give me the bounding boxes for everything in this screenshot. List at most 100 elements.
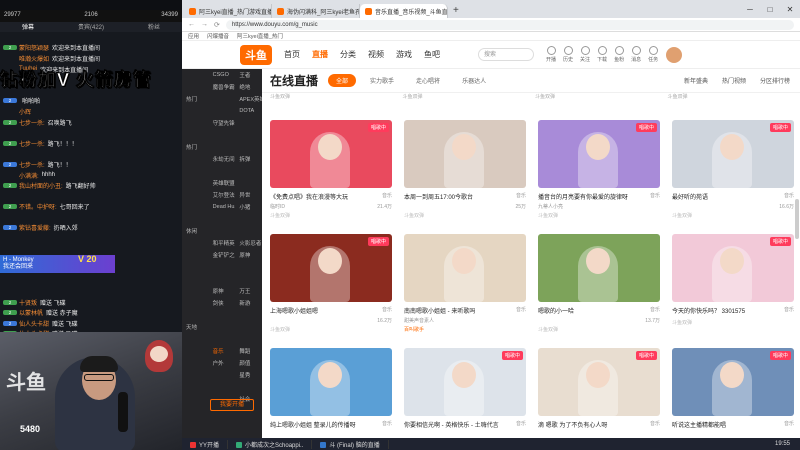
sidebar-item[interactable]: 音乐	[209, 347, 236, 355]
stream-card[interactable]: 唱歌中 今天的你快乐吗？ 3301575 音乐 斗鱼双弹	[672, 234, 794, 346]
stream-category[interactable]: 音乐	[516, 192, 526, 201]
chat-username[interactable]: 我山村面的小丑:	[19, 181, 63, 190]
hot-video-link[interactable]: 热门视频	[722, 76, 746, 85]
sidebar-item[interactable]: 拆弹	[235, 155, 262, 163]
reload-icon[interactable]: ⟳	[214, 21, 220, 29]
nav-category[interactable]: 分类	[340, 49, 356, 60]
chat-tab[interactable]: 贵宾(422)	[78, 22, 104, 32]
chat-username[interactable]: 紫钻喜爱藤:	[19, 223, 51, 232]
fan-button[interactable]: 鱼粉	[614, 46, 624, 63]
stream-category[interactable]: 音乐	[784, 306, 794, 315]
chat-username[interactable]: 十贤叛	[19, 298, 37, 307]
message-button[interactable]: 消息	[631, 46, 641, 63]
new-tab-icon[interactable]: +	[453, 4, 459, 18]
sidebar-item[interactable]: Dead Hu..	[209, 204, 236, 210]
stream-title[interactable]: 滴 嗯歌 为了不负有心人呀	[538, 420, 607, 429]
sidebar-item[interactable]: 异世	[235, 191, 262, 199]
stream-category[interactable]: 音乐	[516, 420, 526, 429]
stream-category[interactable]: 音乐	[784, 192, 794, 201]
sidebar-item[interactable]: 金铲铲之战	[209, 251, 236, 259]
nav-home[interactable]: 首页	[284, 49, 300, 60]
stream-category[interactable]: 音乐	[650, 192, 660, 201]
stream-category[interactable]: 音乐	[382, 420, 392, 429]
forward-icon[interactable]: →	[201, 21, 208, 28]
stream-card[interactable]: 南南嗯歌小姐姐 - 来听歌吗 音乐 甜美声音素人 百叫歌手	[404, 234, 526, 346]
browser-tab[interactable]: 阿三kyei直播_热门游戏直播_斗	[184, 4, 272, 18]
minimize-icon[interactable]: ─	[740, 5, 760, 14]
chat-username[interactable]: 七步一杀:	[19, 118, 45, 127]
filter-all[interactable]: 全部	[328, 74, 357, 87]
stream-card[interactable]: 唱歌中 播音台的月亮要有你最爱的旋律呀 音乐 九蒂人小亮 斗鱼双弹	[538, 120, 660, 232]
chat-username[interactable]: 七步一杀:	[19, 160, 45, 169]
stream-card[interactable]: 唱歌中滴 嗯歌 为了不负有心人呀 音乐	[538, 348, 660, 438]
stream-title[interactable]: 本周一到周五17:00今歌台	[404, 192, 473, 201]
stream-title[interactable]: 上海嗯歌小姐姐嗯	[270, 306, 318, 315]
stream-title[interactable]: 你要相信光啊 - 英格快乐 - 土嗨代言	[404, 420, 499, 429]
sidebar-item[interactable]: 永劫无间	[209, 155, 236, 163]
stream-category[interactable]: 音乐	[382, 192, 392, 201]
stream-category[interactable]: 音乐	[516, 306, 526, 315]
stream-title[interactable]: 最好听的苑语	[672, 192, 708, 201]
bookmark-item[interactable]: 应用	[188, 32, 199, 40]
streamer-name[interactable]: 九蒂人小亮	[538, 203, 563, 210]
stream-card[interactable]: 唱歌中 上海嗯歌小姐姐嗯 音乐 16.2万 斗鱼双弹	[270, 234, 392, 346]
chat-username[interactable]: 小满满:	[19, 171, 39, 180]
streamer-name[interactable]: 甜美声音素人	[404, 317, 434, 324]
sidebar-item[interactable]: 原神	[209, 287, 236, 295]
nav-forum[interactable]: 鱼吧	[424, 49, 440, 60]
stream-thumbnail[interactable]: 唱歌中	[672, 234, 794, 302]
sidebar-item[interactable]: APEX英雄	[235, 95, 262, 103]
sidebar-item[interactable]: 万王	[235, 287, 262, 295]
stream-card[interactable]: 嗯歌的小一哈 音乐 13.7万 斗鱼双弹	[538, 234, 660, 346]
stream-thumbnail[interactable]	[270, 348, 392, 416]
task-button[interactable]: 任务	[648, 46, 658, 63]
browser-tab[interactable]: 海伪闪满科_阿三kyei老鱼孔_斗	[272, 4, 360, 18]
stream-thumbnail[interactable]: 唱歌中	[538, 348, 660, 416]
url-input[interactable]: https://www.douyu.com/g_music	[225, 19, 794, 30]
sidebar-item[interactable]: 星秀	[235, 371, 262, 379]
stream-thumbnail[interactable]: 唱歌中	[672, 120, 794, 188]
chat-username[interactable]: 以蒙林帆	[19, 308, 43, 317]
stream-title[interactable]: 纯上嗯歌小姐姐 整录儿的传播呀	[270, 420, 356, 429]
chat-username[interactable]: 不错。中护呀:	[19, 202, 57, 211]
back-icon[interactable]: ←	[188, 21, 195, 28]
stream-title[interactable]: 嗯歌的小一哈	[538, 306, 574, 315]
taskbar-item[interactable]: YY开播	[182, 439, 229, 449]
stream-title[interactable]: 听说这主播精都能唱	[672, 420, 726, 429]
stream-card[interactable]: 唱歌中 你要相信光啊 - 英格快乐 - 土嗨代言 音乐	[404, 348, 526, 438]
stream-category[interactable]: 音乐	[784, 420, 794, 429]
sidebar-item[interactable]: 英雄联盟	[209, 179, 236, 187]
stream-title[interactable]: 《免费点唱》我在浪漫等大玩	[270, 192, 348, 201]
stream-title[interactable]: 南南嗯歌小姐姐 - 来听歌吗	[404, 306, 475, 315]
stream-thumbnail[interactable]	[404, 234, 526, 302]
nav-live[interactable]: 直播	[312, 49, 328, 60]
stream-thumbnail[interactable]: 唱歌中	[672, 348, 794, 416]
taskbar-item[interactable]: 斗 (Final) 脑的直播	[312, 439, 389, 449]
chat-username[interactable]: 七步一杀:	[19, 139, 45, 148]
sidebar-item[interactable]: 守望先锋	[209, 119, 236, 127]
stream-thumbnail[interactable]	[538, 234, 660, 302]
bookmark-item[interactable]: 闪爆播音	[207, 32, 229, 40]
streamer-name[interactable]: 临时ID	[270, 203, 285, 210]
stream-card[interactable]: 唱歌中听说这主播精都能唱 音乐	[672, 348, 794, 438]
stream-title[interactable]: 今天的你快乐吗？ 3301575	[672, 306, 745, 315]
broadcast-button[interactable]: 开播	[546, 46, 556, 63]
sidebar-item[interactable]: DOTA	[235, 108, 262, 114]
stream-card[interactable]: 唱歌中 《免费点唱》我在浪漫等大玩 音乐 临时ID 21.4万 斗鱼双弹	[270, 120, 392, 232]
sidebar-item[interactable]: 新游	[235, 299, 262, 307]
stream-category[interactable]: 音乐	[382, 306, 392, 315]
sidebar-item[interactable]: 户外	[209, 359, 236, 367]
nav-video[interactable]: 视频	[368, 49, 384, 60]
bookmark-item[interactable]: 阿三kyei直播_热门	[237, 32, 283, 40]
stream-category[interactable]: 音乐	[650, 420, 660, 429]
sidebar-item[interactable]: 舞蹈	[235, 347, 262, 355]
stream-category[interactable]: 音乐	[650, 306, 660, 315]
sidebar-item[interactable]: 魔兽争霸	[209, 83, 236, 91]
chat-username[interactable]: 小辉	[19, 107, 31, 116]
avatar[interactable]	[666, 46, 683, 63]
taskbar-item[interactable]: 小都成次之Schoappi..	[228, 439, 313, 449]
scrollbar[interactable]	[795, 199, 799, 239]
download-button[interactable]: 下载	[597, 46, 607, 63]
sidebar-item[interactable]: 颜值	[235, 359, 262, 367]
stream-thumbnail[interactable]: 唱歌中	[270, 120, 392, 188]
